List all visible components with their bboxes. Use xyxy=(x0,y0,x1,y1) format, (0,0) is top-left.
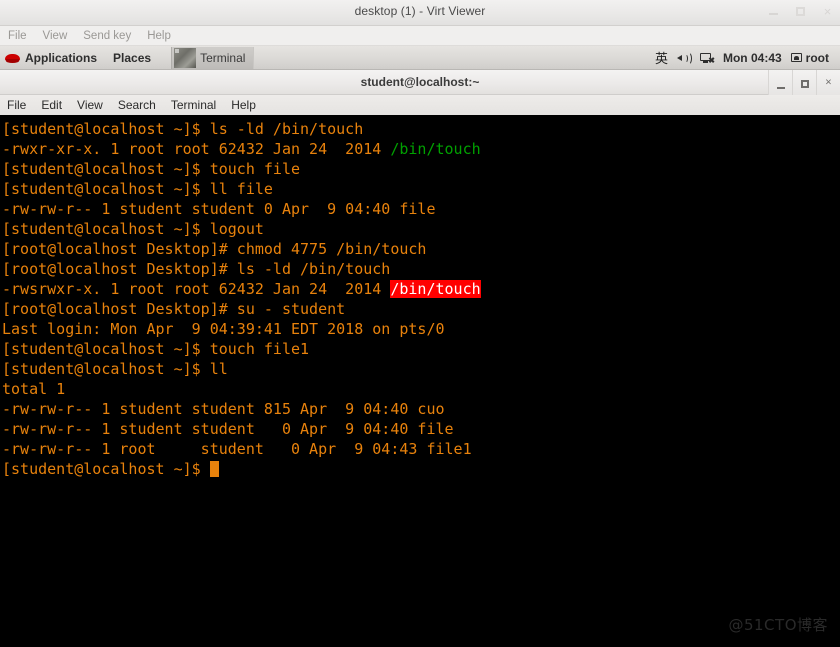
virt-viewer-close-button[interactable]: × xyxy=(821,5,834,18)
terminal-text: -rw-rw-r-- 1 student student 0 Apr 9 04:… xyxy=(2,420,454,438)
terminal-text: [root@localhost Desktop]# chmod 4775 /bi… xyxy=(2,240,427,258)
terminal-output-area[interactable]: [student@localhost ~]$ ls -ld /bin/touch… xyxy=(0,116,840,647)
terminal-line: [root@localhost Desktop]# ls -ld /bin/to… xyxy=(2,259,840,279)
clock[interactable]: Mon 04:43 xyxy=(723,51,782,65)
terminal-text: Last login: Mon Apr 9 04:39:41 EDT 2018 … xyxy=(2,320,445,338)
terminal-text: [student@localhost ~]$ logout xyxy=(2,220,264,238)
terminal-text: [root@localhost Desktop]# su - student xyxy=(2,300,346,318)
virt-viewer-maximize-button[interactable] xyxy=(794,5,807,18)
terminal-line: [student@localhost ~]$ logout xyxy=(2,219,840,239)
terminal-line: [student@localhost ~]$ touch file1 xyxy=(2,339,840,359)
terminal-text: [student@localhost ~]$ ll xyxy=(2,360,228,378)
vv-menu-file[interactable]: File xyxy=(8,30,27,42)
terminal-line: [root@localhost Desktop]# su - student xyxy=(2,299,840,319)
terminal-text: [student@localhost ~]$ ll file xyxy=(2,180,273,198)
terminal-titlebar: student@localhost:~ × xyxy=(0,70,840,95)
setuid-highlight-text: /bin/touch xyxy=(390,280,481,298)
taskbar-item-terminal[interactable]: Terminal xyxy=(171,46,255,69)
user-menu[interactable]: root xyxy=(790,50,829,65)
terminal-window: student@localhost:~ × File Edit View Sea… xyxy=(0,70,840,647)
virt-viewer-title: desktop (1) - Virt Viewer xyxy=(354,4,486,18)
terminal-text: [student@localhost ~]$ touch file xyxy=(2,160,301,178)
virt-viewer-window-controls: × xyxy=(767,5,834,18)
network-disconnected-icon[interactable]: ✖ xyxy=(699,52,715,64)
gnome-top-panel: Applications Places Terminal 英 ✖ Mon 04:… xyxy=(0,46,840,70)
terminal-line: -rwsrwxr-x. 1 root root 62432 Jan 24 201… xyxy=(2,279,840,299)
terminal-menu-edit[interactable]: Edit xyxy=(41,98,62,112)
vv-menu-help[interactable]: Help xyxy=(147,30,171,42)
places-menu[interactable]: Places xyxy=(113,51,151,65)
terminal-title: student@localhost:~ xyxy=(360,75,480,89)
terminal-menubar: File Edit View Search Terminal Help xyxy=(0,95,840,116)
terminal-text: -rw-rw-r-- 1 student student 815 Apr 9 0… xyxy=(2,400,445,418)
terminal-text: total 1 xyxy=(2,380,66,398)
terminal-line: [student@localhost ~]$ xyxy=(2,459,840,479)
user-avatar-icon xyxy=(790,52,803,63)
terminal-cursor xyxy=(209,461,219,477)
terminal-close-button[interactable]: × xyxy=(816,70,840,95)
executable-path-text: /bin/touch xyxy=(390,140,481,158)
virt-viewer-minimize-button[interactable] xyxy=(767,5,780,18)
watermark: @51CTO博客 xyxy=(728,616,828,634)
terminal-text: [student@localhost ~]$ touch file1 xyxy=(2,340,310,358)
terminal-menu-help[interactable]: Help xyxy=(231,98,256,112)
panel-tray-section: 英 ✖ Mon 04:43 root xyxy=(655,46,840,69)
terminal-line: [student@localhost ~]$ ll file xyxy=(2,179,840,199)
terminal-maximize-button[interactable] xyxy=(792,70,816,95)
input-method-icon[interactable]: 英 xyxy=(655,48,668,67)
terminal-line: -rw-rw-r-- 1 student student 0 Apr 9 04:… xyxy=(2,419,840,439)
terminal-line: -rw-rw-r-- 1 root student 0 Apr 9 04:43 … xyxy=(2,439,840,459)
terminal-text: -rwsrwxr-x. 1 root root 62432 Jan 24 201… xyxy=(2,280,391,298)
user-menu-label: root xyxy=(805,50,829,65)
volume-icon[interactable] xyxy=(676,51,692,65)
terminal-menu-search[interactable]: Search xyxy=(118,98,156,112)
terminal-line: -rw-rw-r-- 1 student student 0 Apr 9 04:… xyxy=(2,199,840,219)
terminal-line: -rwxr-xr-x. 1 root root 62432 Jan 24 201… xyxy=(2,139,840,159)
virt-viewer-menubar: File View Send key Help xyxy=(0,26,840,46)
terminal-text: -rwxr-xr-x. 1 root root 62432 Jan 24 201… xyxy=(2,140,391,158)
applications-menu[interactable]: Applications xyxy=(25,51,97,65)
redhat-logo-icon xyxy=(5,50,20,65)
terminal-line: [root@localhost Desktop]# chmod 4775 /bi… xyxy=(2,239,840,259)
taskbar-item-label: Terminal xyxy=(200,50,246,65)
virt-viewer-window: desktop (1) - Virt Viewer × File View Se… xyxy=(0,0,840,647)
terminal-text: [root@localhost Desktop]# ls -ld /bin/to… xyxy=(2,260,391,278)
terminal-text: [student@localhost ~]$ xyxy=(2,460,210,478)
terminal-menu-view[interactable]: View xyxy=(77,98,103,112)
terminal-text: -rw-rw-r-- 1 root student 0 Apr 9 04:43 … xyxy=(2,440,472,458)
vv-menu-view[interactable]: View xyxy=(43,30,68,42)
panel-left-section: Applications Places Terminal xyxy=(0,46,255,69)
terminal-text: -rw-rw-r-- 1 student student 0 Apr 9 04:… xyxy=(2,200,436,218)
terminal-window-controls: × xyxy=(768,70,840,95)
terminal-line: -rw-rw-r-- 1 student student 815 Apr 9 0… xyxy=(2,399,840,419)
terminal-thumbnail-icon xyxy=(174,47,197,68)
virt-viewer-titlebar: desktop (1) - Virt Viewer × xyxy=(0,0,840,26)
terminal-line: Last login: Mon Apr 9 04:39:41 EDT 2018 … xyxy=(2,319,840,339)
terminal-menu-file[interactable]: File xyxy=(7,98,26,112)
terminal-line: [student@localhost ~]$ ll xyxy=(2,359,840,379)
vv-menu-send-key[interactable]: Send key xyxy=(83,30,131,42)
terminal-line: [student@localhost ~]$ ls -ld /bin/touch xyxy=(2,119,840,139)
terminal-line: [student@localhost ~]$ touch file xyxy=(2,159,840,179)
terminal-line: total 1 xyxy=(2,379,840,399)
terminal-minimize-button[interactable] xyxy=(768,70,792,95)
terminal-text: [student@localhost ~]$ ls -ld /bin/touch xyxy=(2,120,364,138)
terminal-menu-terminal[interactable]: Terminal xyxy=(171,98,216,112)
